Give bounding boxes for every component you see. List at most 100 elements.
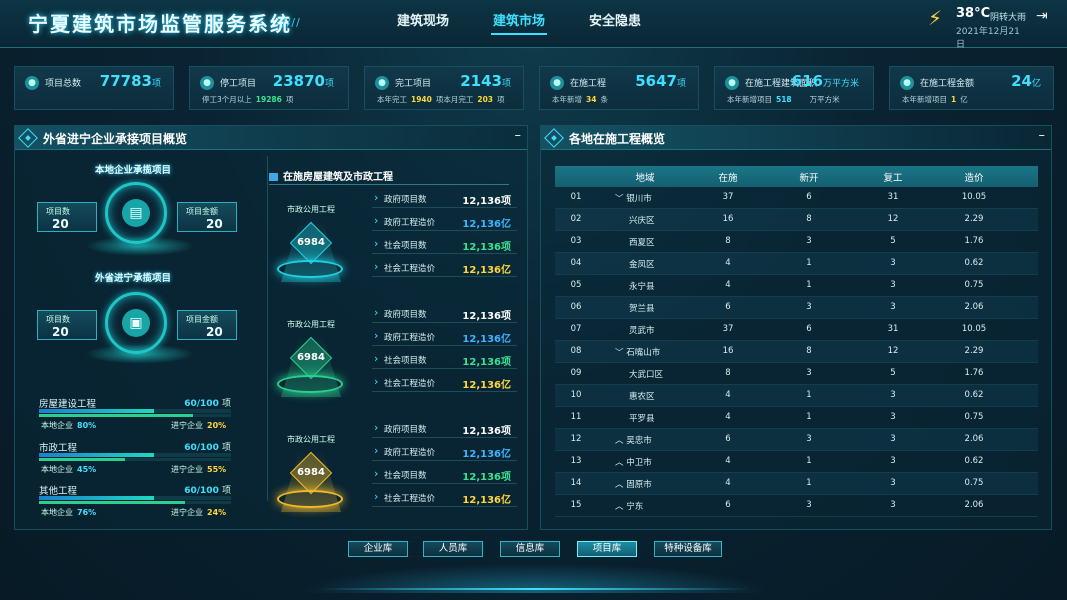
- left-panel-header: 外省进宁企业承接项目概览 –: [15, 126, 527, 150]
- row-new: 1: [806, 390, 812, 400]
- group-item: 社会工程造价 12,136亿: [372, 375, 517, 392]
- stat-card-3[interactable]: ● 在施工程 5647项 本年新增 34 条: [539, 66, 699, 110]
- right-panel-title: 各地在施工程概览: [569, 132, 666, 146]
- bar-outside-label: 进宁企业: [171, 465, 203, 474]
- table-row[interactable]: 09 大武口区 8 3 5 1.76: [555, 363, 1038, 385]
- tab-3[interactable]: 项目库: [577, 541, 637, 557]
- group-item: 政府项目数 12,136项: [372, 191, 517, 208]
- table-row[interactable]: 11 平罗县 4 1 3 0.75: [555, 407, 1038, 429]
- nav-item-2[interactable]: 安全隐患: [587, 10, 643, 35]
- stat-sub-part: 本月完工: [443, 95, 474, 104]
- row-resumed: 31: [887, 324, 899, 334]
- chat-icon: [269, 173, 278, 181]
- stat-sub: 本年新增项目 518 万平方米: [727, 94, 840, 105]
- table-row[interactable]: 06 贺兰县 6 3 3 2.06: [555, 297, 1038, 319]
- bar-ratio: 60/100 项: [184, 483, 231, 496]
- row-new: 6: [806, 324, 812, 334]
- bar-ratio-value: 60/100: [184, 486, 219, 496]
- bar-outside-pct: 55%: [207, 465, 227, 474]
- col-resumed: 复工: [883, 173, 903, 184]
- outside-count-label: 项目数: [46, 315, 70, 324]
- row-new: 1: [806, 456, 812, 466]
- stat-sub-part: 条: [600, 95, 608, 104]
- stat-sub-part: 亿: [960, 95, 968, 104]
- logout-icon[interactable]: ⇥: [1036, 8, 1052, 24]
- table-row[interactable]: 08 ﹀ 石嘴山市 16 8 12 2.29: [555, 341, 1038, 363]
- nav-item-1[interactable]: 建筑市场: [491, 10, 548, 35]
- table-row[interactable]: 12 ︿ 吴忠市 6 3 3 2.06: [555, 429, 1038, 451]
- table-row[interactable]: 01 ﹀ 银川市 37 6 31 10.05: [555, 187, 1038, 209]
- table-row[interactable]: 03 西夏区 8 3 5 1.76: [555, 231, 1038, 253]
- row-active: 4: [725, 258, 731, 268]
- stat-card-5[interactable]: ● 在施工程金额 24亿 本年新增项目 1 亿: [889, 66, 1054, 110]
- row-active: 37: [722, 192, 734, 202]
- group-item: 政府工程造价 12,136亿: [372, 444, 517, 461]
- group-item-key: 政府工程造价: [374, 214, 435, 228]
- table-row[interactable]: 02 兴庆区 16 8 12 2.29: [555, 209, 1038, 231]
- stat-card-2[interactable]: ● 完工项目 2143项 本年完工 1940 项本月完工 203 项: [364, 66, 524, 110]
- table-row[interactable]: 15 ︿ 宁东 6 3 3 2.06: [555, 495, 1038, 517]
- stat-sub-part: 万平方米: [809, 95, 840, 104]
- tab-4[interactable]: 特种设备库: [654, 541, 722, 557]
- bar-ratio-unit: 项: [221, 443, 231, 453]
- stat-sub-part: 1: [951, 95, 957, 104]
- col-active: 在施: [718, 173, 738, 184]
- stat-card-4[interactable]: ● 在施工程建筑面积 616万平方米 本年新增项目 518 万平方米: [714, 66, 874, 110]
- outside-count-box: 项目数 20: [37, 310, 97, 340]
- row-cost: 10.05: [961, 324, 987, 334]
- tab-2[interactable]: 信息库: [500, 541, 560, 557]
- group-item-value: 12,136项: [462, 311, 511, 322]
- group-number: 6984: [297, 467, 325, 478]
- bar-local-label: 本地企业: [41, 421, 73, 430]
- check-nodes-icon: ●: [375, 76, 389, 90]
- right-panel: 各地在施工程概览 – 地域 在施 新开 复工 造价 01 ﹀ 银川市 37 6 …: [540, 125, 1052, 530]
- row-new: 1: [806, 258, 812, 268]
- stat-card-1[interactable]: ● 停工项目 23870项 停工3个月以上 19286 项: [189, 66, 349, 110]
- group-item: 社会项目数 12,136项: [372, 352, 517, 369]
- row-index: 11: [570, 412, 582, 422]
- table-row[interactable]: 04 金凤区 4 1 3 0.62: [555, 253, 1038, 275]
- row-index: 10: [570, 390, 582, 400]
- tab-0[interactable]: 企业库: [348, 541, 408, 557]
- row-cost: 0.75: [964, 478, 984, 488]
- row-active: 4: [725, 412, 731, 422]
- row-active: 16: [722, 346, 734, 356]
- table-row[interactable]: 14 ︿ 固原市 4 1 3 0.75: [555, 473, 1038, 495]
- table-row[interactable]: 10 惠农区 4 1 3 0.62: [555, 385, 1038, 407]
- stat-unit: 项: [501, 79, 511, 89]
- table-row[interactable]: 13 ︿ 中卫市 4 1 3 0.62: [555, 451, 1038, 473]
- group-label: 市政公用工程: [287, 205, 335, 214]
- group-item: 社会工程造价 12,136亿: [372, 260, 517, 277]
- row-new: 3: [806, 434, 812, 444]
- stat-number: 24: [1011, 72, 1032, 90]
- tab-1[interactable]: 人员库: [423, 541, 483, 557]
- bar-name: 房屋建设工程: [39, 399, 97, 410]
- bar-name: 其他工程: [39, 486, 78, 497]
- bar-fill: [39, 409, 155, 413]
- row-active: 16: [722, 214, 734, 224]
- row-cost: 2.06: [964, 500, 984, 510]
- nav-item-0[interactable]: 建筑现场: [395, 10, 451, 35]
- row-cost: 1.76: [964, 236, 984, 246]
- minimize-icon[interactable]: –: [1039, 128, 1046, 143]
- row-active: 6: [725, 302, 731, 312]
- layers-icon: ●: [25, 76, 39, 90]
- table-row[interactable]: 07 灵武市 37 6 31 10.05: [555, 319, 1038, 341]
- table-row[interactable]: 05 永宁县 4 1 3 0.75: [555, 275, 1038, 297]
- stat-label: 停工项目: [220, 79, 257, 89]
- stat-card-0[interactable]: ● 项目总数 77783项: [14, 66, 174, 110]
- thunderstorm-icon: ⚡: [928, 6, 943, 30]
- app-title: 宁夏建筑市场监管服务系统: [28, 12, 292, 36]
- group-item-value: 12,136亿: [462, 449, 511, 460]
- bar-local: 本地企业 45%: [41, 464, 96, 475]
- group-item: 政府工程造价 12,136亿: [372, 214, 517, 231]
- bar-fill: [39, 496, 155, 500]
- table-header: 地域 在施 新开 复工 造价: [555, 166, 1038, 187]
- group-item-value: 12,136项: [462, 472, 511, 483]
- row-active: 8: [725, 368, 731, 378]
- minimize-icon[interactable]: –: [515, 128, 522, 143]
- stat-sub-part: 本年完工: [377, 95, 407, 104]
- row-index: 07: [570, 324, 582, 334]
- document-icon: ▤: [122, 199, 150, 227]
- outside-amount-label: 项目金额: [186, 315, 218, 324]
